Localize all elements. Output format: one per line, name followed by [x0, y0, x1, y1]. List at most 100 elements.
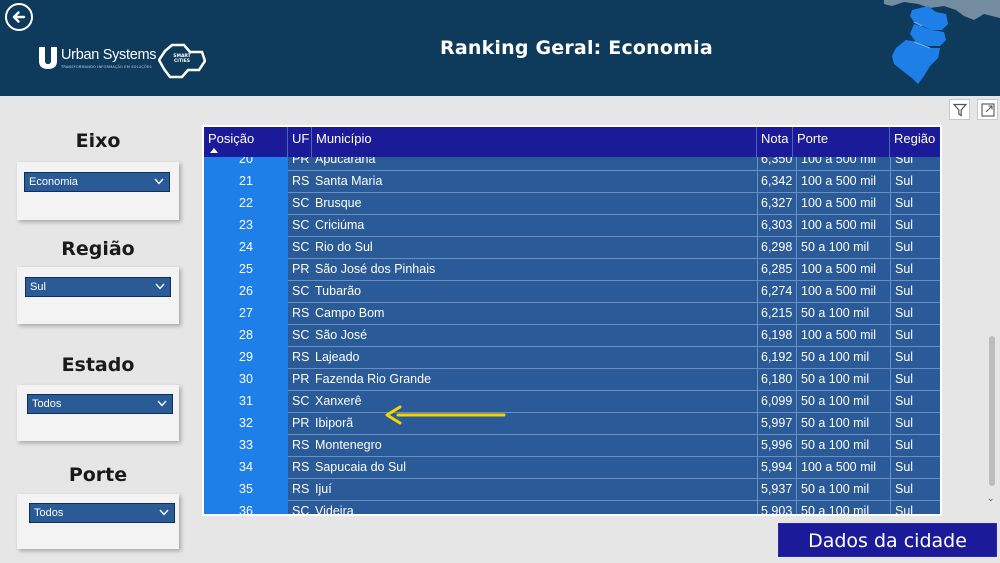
- cell-municipio: Apucarana: [315, 157, 376, 166]
- cell-uf: PR: [292, 372, 310, 386]
- cell-nota: 5,997: [757, 413, 793, 435]
- header-bar: Urban Systems TRANSFORMANDO INFORMAÇÃO E…: [0, 0, 1000, 96]
- regiao-label: Região: [61, 238, 135, 260]
- slicer-porte-card: Todos: [17, 494, 179, 549]
- cell-regiao: Sul: [890, 369, 940, 391]
- table-row[interactable]: 31 SC Xanxerê 6,099 50 a 100 mil Sul: [204, 391, 940, 413]
- cell-uf: RS: [292, 438, 310, 452]
- cell-uf: RS: [292, 174, 310, 188]
- column-header-uf[interactable]: UF: [288, 127, 312, 157]
- eixo-label: Eixo: [75, 130, 121, 152]
- cell-uf: PR: [292, 416, 310, 430]
- cell-uf: SC: [292, 394, 310, 408]
- cell-nota: 6,274: [757, 281, 793, 303]
- porte-dropdown[interactable]: Todos: [29, 503, 175, 523]
- cell-nota: 5,994: [757, 457, 793, 479]
- cell-porte: 100 a 500 mil: [796, 325, 890, 347]
- cell-regiao: Sul: [890, 479, 940, 501]
- cell-nota: 6,099: [757, 391, 793, 413]
- filter-icon[interactable]: [949, 99, 970, 120]
- chevron-down-icon: [159, 509, 169, 516]
- cell-regiao: Sul: [890, 501, 940, 514]
- column-header-nota[interactable]: Nota: [757, 127, 793, 157]
- column-header-posicao[interactable]: Posição: [204, 127, 288, 157]
- porte-label: Porte: [68, 464, 128, 486]
- cell-posicao: 33: [204, 435, 288, 457]
- cell-uf: SC: [292, 328, 310, 342]
- chevron-down-icon: [154, 178, 164, 185]
- estado-label: Estado: [61, 354, 135, 376]
- table-row-list: 20 PR Apucarana 6,350 100 a 500 mil Sul 21 RS Sa…: [204, 157, 940, 514]
- cell-municipio: Xanxerê: [315, 394, 362, 408]
- eixo-dropdown[interactable]: Economia: [24, 172, 170, 192]
- cell-nota: 6,298: [757, 237, 793, 259]
- scroll-down-arrow-icon[interactable]: ⌄: [987, 494, 995, 504]
- table-body[interactable]: 20 PR Apucarana 6,350 100 a 500 mil Sul 21 RS Sa…: [204, 157, 940, 514]
- cell-porte: 100 a 500 mil: [796, 215, 890, 237]
- cell-uf: SC: [292, 240, 310, 254]
- chevron-down-icon: [157, 400, 167, 407]
- highlight-arrow-icon: [385, 405, 506, 425]
- cell-regiao: Sul: [890, 413, 940, 435]
- table-row[interactable]: 32 PR Ibiporã 5,997 50 a 100 mil Sul: [204, 413, 940, 435]
- cell-regiao: Sul: [890, 303, 940, 325]
- cell-posicao: 27: [204, 303, 288, 325]
- cell-uf: SC: [292, 218, 310, 232]
- cell-posicao: 35: [204, 479, 288, 501]
- estado-dropdown[interactable]: Todos: [27, 394, 173, 414]
- table-row[interactable]: 23 SC Criciúma 6,303 100 a 500 mil Sul: [204, 215, 940, 237]
- smart-cities-text: SMART CITIES: [173, 54, 191, 64]
- cell-nota: 5,903: [757, 501, 793, 514]
- table-row[interactable]: 30 PR Fazenda Rio Grande 6,180 50 a 100 mil S…: [204, 369, 940, 391]
- city-data-button[interactable]: Dados da cidade: [778, 523, 997, 557]
- cell-uf: RS: [292, 482, 310, 496]
- cell-uf: RS: [292, 460, 310, 474]
- cell-regiao: Sul: [890, 325, 940, 347]
- south-region-map-icon: [884, 0, 1000, 84]
- cell-regiao: Sul: [890, 157, 940, 171]
- table-row[interactable]: 25 PR São José dos Pinhais 6,285 100 a 500 m…: [204, 259, 940, 281]
- scrollbar-thumb[interactable]: [989, 336, 995, 486]
- table-row[interactable]: 35 RS Ijuí 5,937 50 a 100 mil Sul: [204, 479, 940, 501]
- cell-regiao: Sul: [890, 435, 940, 457]
- cell-municipio: Brusque: [315, 196, 362, 210]
- cell-porte: 50 a 100 mil: [796, 347, 890, 369]
- regiao-selected-value: Sul: [30, 281, 46, 293]
- cell-posicao: 26: [204, 281, 288, 303]
- cell-porte: 50 a 100 mil: [796, 435, 890, 457]
- cell-porte: 50 a 100 mil: [796, 303, 890, 325]
- cell-uf: PR: [292, 157, 310, 166]
- page-scrollbar[interactable]: ⌄: [986, 126, 998, 504]
- table-row[interactable]: 22 SC Brusque 6,327 100 a 500 mil Sul: [204, 193, 940, 215]
- cell-posicao: 29: [204, 347, 288, 369]
- table-row[interactable]: 34 RS Sapucaia do Sul 5,994 100 a 500 mil Sul: [204, 457, 940, 479]
- table-row[interactable]: 27 RS Campo Bom 6,215 50 a 100 mil Sul: [204, 303, 940, 325]
- focus-mode-icon[interactable]: [977, 99, 998, 120]
- table-row[interactable]: 29 RS Lajeado 6,192 50 a 100 mil Sul: [204, 347, 940, 369]
- cell-regiao: Sul: [890, 281, 940, 303]
- cell-municipio: São José dos Pinhais: [315, 262, 436, 276]
- cell-regiao: Sul: [890, 215, 940, 237]
- table-row[interactable]: 33 RS Montenegro 5,996 50 a 100 mil Sul: [204, 435, 940, 457]
- column-header-regiao[interactable]: Região: [890, 127, 940, 157]
- table-row[interactable]: 21 RS Santa Maria 6,342 100 a 500 mil Sul: [204, 171, 940, 193]
- column-header-porte[interactable]: Porte: [793, 127, 890, 157]
- back-arrow-circle-icon[interactable]: [5, 3, 33, 31]
- table-row[interactable]: 26 SC Tubarão 6,274 100 a 500 mil Sul: [204, 281, 940, 303]
- estado-selected-value: Todos: [32, 398, 62, 410]
- cell-posicao: 31: [204, 391, 288, 413]
- cell-nota: 6,180: [757, 369, 793, 391]
- table-row[interactable]: 20 PR Apucarana 6,350 100 a 500 mil Sul: [204, 157, 940, 171]
- table-row[interactable]: 36 SC Videira 5,903 50 a 100 mil Sul: [204, 501, 940, 514]
- cell-nota: 5,937: [757, 479, 793, 501]
- column-header-municipio[interactable]: Município: [312, 127, 757, 157]
- cell-nota: 6,215: [757, 303, 793, 325]
- table-row[interactable]: 24 SC Rio do Sul 6,298 50 a 100 mil Sul: [204, 237, 940, 259]
- cell-regiao: Sul: [890, 347, 940, 369]
- regiao-dropdown[interactable]: Sul: [25, 277, 171, 297]
- slicer-estado-card: Todos: [17, 385, 179, 441]
- cell-posicao: 36: [204, 501, 288, 514]
- cell-municipio: Ijuí: [315, 482, 332, 496]
- cell-nota: 6,327: [757, 193, 793, 215]
- table-row[interactable]: 28 SC São José 6,198 100 a 500 mil Sul: [204, 325, 940, 347]
